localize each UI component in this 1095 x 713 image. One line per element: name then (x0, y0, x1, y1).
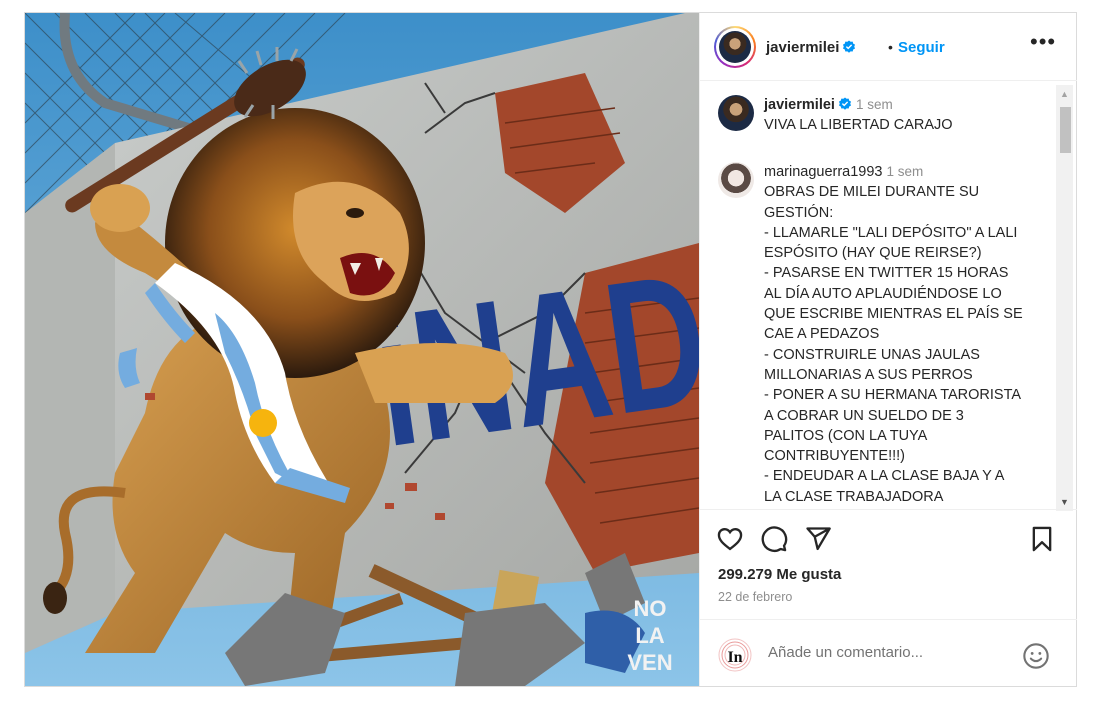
add-comment-input[interactable] (768, 644, 1018, 661)
follow-button[interactable]: Seguir (898, 39, 945, 56)
add-comment-bar: In (700, 619, 1077, 686)
more-options-icon[interactable]: ••• (1030, 31, 1056, 57)
comment-time[interactable]: 1 sem (887, 164, 924, 179)
commenter-username[interactable]: marinaguerra1993 (764, 164, 883, 180)
watermark-line-1: NO (634, 596, 667, 621)
verified-badge-icon (843, 40, 856, 53)
comment-text: OBRAS DE MILEI DURANTE SU GESTIÓN: - LLA… (764, 184, 1023, 505)
scroll-up-arrow-icon[interactable]: ▲ (1056, 87, 1073, 101)
post-side-panel: javiermilei • Seguir ••• javiermilei 1 se… (699, 13, 1077, 686)
scroll-down-arrow-icon[interactable]: ▼ (1056, 495, 1073, 509)
save-bookmark-icon[interactable] (1028, 525, 1056, 553)
commenter-avatar[interactable] (718, 95, 754, 131)
verified-badge-icon (838, 97, 851, 110)
author-username[interactable]: javiermilei (766, 39, 856, 56)
comment-time[interactable]: 1 sem (856, 97, 893, 112)
likes-count[interactable]: 299.279 Me gusta (718, 566, 841, 583)
comment-bubble-icon[interactable] (760, 525, 788, 553)
like-heart-icon[interactable] (716, 525, 744, 553)
watermark-line-3: VEN (627, 650, 672, 675)
lion-breaking-wall-illustration: iNADI NO LA VEN (25, 13, 699, 686)
author-avatar[interactable] (714, 26, 756, 68)
share-send-icon[interactable] (804, 525, 832, 553)
current-user-avatar-text: In (727, 649, 742, 666)
comments-scrollbar[interactable]: ▲ ▼ (1056, 85, 1073, 511)
post-actions: 299.279 Me gusta 22 de febrero (700, 509, 1077, 619)
current-user-avatar[interactable]: In (718, 638, 752, 672)
sun-of-may-icon (249, 409, 277, 437)
author-username-text: javiermilei (766, 39, 840, 56)
post-image[interactable]: iNADI NO LA VEN (25, 13, 699, 686)
post-date[interactable]: 22 de febrero (718, 590, 792, 604)
scrollbar-thumb[interactable] (1060, 107, 1071, 153)
emoji-smiley-icon[interactable] (1022, 642, 1050, 670)
separator-dot: • (888, 39, 893, 55)
comment-text: VIVA LA LIBERTAD CARAJO (764, 117, 953, 134)
comments-list[interactable]: javiermilei 1 sem VIVA LA LIBERTAD CARAJO… (700, 81, 1077, 508)
watermark-line-2: LA (635, 623, 664, 648)
post-header: javiermilei • Seguir ••• (700, 13, 1077, 81)
commenter-avatar[interactable] (718, 162, 754, 198)
instagram-post: iNADI NO LA VEN javiermilei • Seguir •••… (24, 12, 1077, 687)
author-avatar-image (719, 31, 751, 63)
commenter-username[interactable]: javiermilei (764, 97, 835, 113)
